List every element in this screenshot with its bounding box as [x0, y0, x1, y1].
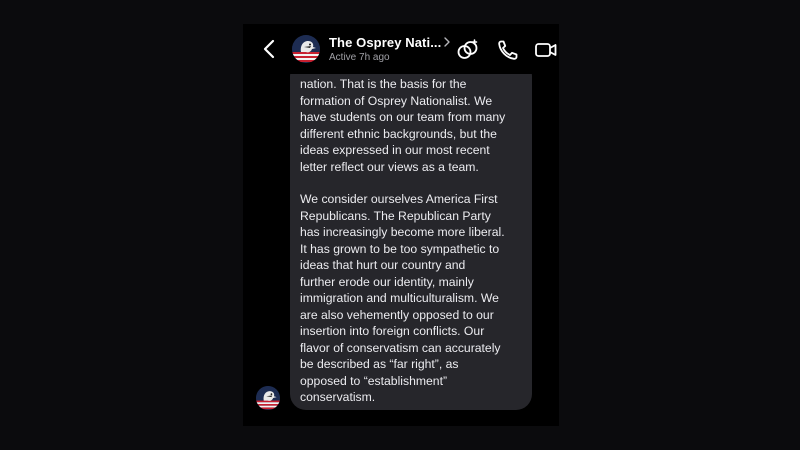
message-paragraph: nation. That is the basis for the format… [300, 77, 506, 174]
contact-name: The Osprey Nati... [329, 35, 442, 50]
chat-screen: The Osprey Nati... Active 7h ago nation.… [243, 24, 559, 426]
message-paragraph: We consider ourselves America First Repu… [300, 192, 505, 404]
chevron-left-icon[interactable] [259, 38, 281, 60]
phone-icon[interactable] [496, 38, 520, 62]
active-status: Active 7h ago [329, 52, 390, 63]
osprey-logo-icon [292, 35, 320, 63]
chat-header: The Osprey Nati... Active 7h ago [243, 24, 559, 74]
avatar[interactable] [292, 35, 320, 63]
games-icon[interactable] [456, 38, 480, 62]
contact-info[interactable]: The Osprey Nati... Active 7h ago [329, 35, 459, 63]
chevron-right-icon[interactable] [442, 37, 452, 47]
message-bubble[interactable]: nation. That is the basis for the format… [290, 60, 532, 410]
osprey-logo-icon [256, 386, 280, 410]
video-camera-icon[interactable] [534, 38, 558, 62]
sender-avatar[interactable] [256, 386, 280, 410]
message-text: nation. That is the basis for the format… [300, 76, 526, 406]
screenshot-stage: The Osprey Nati... Active 7h ago nation.… [0, 0, 800, 450]
